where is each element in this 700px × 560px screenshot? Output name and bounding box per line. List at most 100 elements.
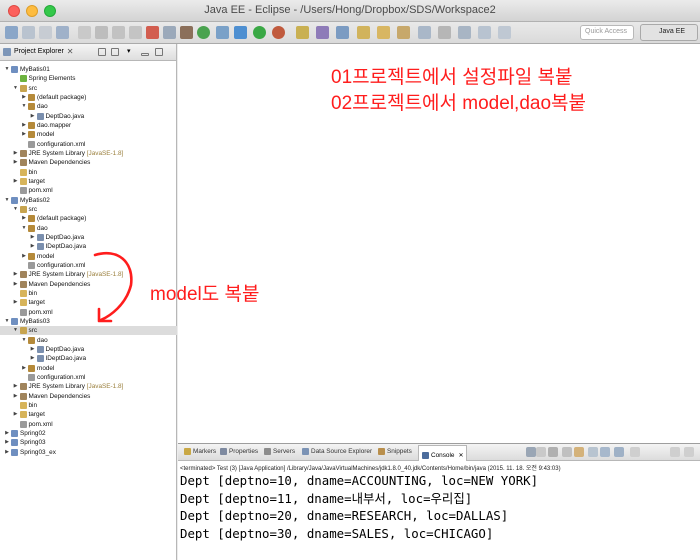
tab-data-source-explorer[interactable]: Data Source Explorer	[302, 448, 372, 455]
tree-item[interactable]: ▶ DeptDao.java	[0, 112, 177, 121]
collapsed-twisty-icon[interactable]: ▶	[30, 345, 36, 354]
collapsed-twisty-icon[interactable]: ▶	[21, 214, 27, 223]
terminate-console-icon[interactable]	[536, 447, 546, 457]
tree-item[interactable]: ▶ model	[0, 130, 177, 139]
run-server-icon[interactable]	[197, 26, 210, 39]
collapsed-twisty-icon[interactable]: ▶	[30, 233, 36, 242]
tab-properties[interactable]: Properties	[220, 448, 258, 455]
maximize-view-icon[interactable]	[155, 48, 163, 56]
console-menu-icon[interactable]	[630, 447, 640, 457]
tree-item[interactable]: ▶ DeptDao.java	[0, 233, 177, 242]
project-explorer-tab[interactable]: Project Explorer ✕	[3, 47, 74, 56]
tree-item[interactable]: ▶ (default package)	[0, 93, 177, 102]
open-type-icon[interactable]	[78, 26, 91, 39]
expanded-twisty-icon[interactable]: ▼	[13, 84, 19, 93]
close-view-icon[interactable]: ✕	[67, 47, 74, 56]
step-into-icon[interactable]	[163, 26, 176, 39]
tree-item[interactable]: ▶ JRE System Library [JavaSE-1.8]	[0, 149, 177, 158]
resume-icon[interactable]	[112, 26, 125, 39]
last-edit-icon[interactable]	[458, 26, 471, 39]
quick-access-input[interactable]: Quick Access	[580, 25, 634, 40]
tree-item[interactable]: ▶ target	[0, 410, 177, 419]
collapsed-twisty-icon[interactable]: ▶	[21, 93, 27, 102]
open-console-icon[interactable]	[614, 447, 624, 457]
collapsed-twisty-icon[interactable]: ▶	[13, 149, 19, 158]
tree-item[interactable]: pom.xml	[0, 186, 177, 195]
maximize-console-icon[interactable]	[684, 447, 694, 457]
collapsed-twisty-icon[interactable]: ▶	[21, 121, 27, 130]
tree-item[interactable]: ▶ JRE System Library [JavaSE-1.8]	[0, 270, 177, 279]
pin-console-icon[interactable]	[588, 447, 598, 457]
tree-item[interactable]: ▼ src	[0, 326, 177, 336]
tree-item[interactable]: pom.xml	[0, 420, 177, 429]
collapsed-twisty-icon[interactable]: ▶	[30, 354, 36, 363]
view-menu-icon[interactable]: ▾	[127, 47, 137, 55]
collapsed-twisty-icon[interactable]: ▶	[13, 382, 19, 391]
skip-breakpoints-icon[interactable]	[95, 26, 108, 39]
collapsed-twisty-icon[interactable]: ▶	[21, 130, 27, 139]
tree-item[interactable]: ▼ MyBatis03	[0, 317, 177, 326]
link-editor-icon[interactable]	[111, 48, 119, 56]
collapsed-twisty-icon[interactable]: ▶	[13, 158, 19, 167]
search-icon[interactable]	[377, 26, 390, 39]
expanded-twisty-icon[interactable]: ▼	[4, 65, 10, 74]
tree-item[interactable]: ▶ Maven Dependencies	[0, 158, 177, 167]
collapsed-twisty-icon[interactable]: ▶	[21, 364, 27, 373]
expanded-twisty-icon[interactable]: ▼	[4, 317, 10, 326]
collapsed-twisty-icon[interactable]: ▶	[13, 270, 19, 279]
tree-item[interactable]: bin	[0, 168, 177, 177]
java-ee-perspective-button[interactable]: Java EE	[640, 24, 698, 41]
new-java-project-icon[interactable]	[296, 26, 309, 39]
tree-item[interactable]: ▶ IDeptDao.java	[0, 242, 177, 251]
terminate-icon[interactable]	[146, 26, 159, 39]
print-icon[interactable]	[56, 26, 69, 39]
expanded-twisty-icon[interactable]: ▼	[13, 326, 19, 335]
new-icon[interactable]	[5, 26, 18, 39]
open-task-icon[interactable]	[357, 26, 370, 39]
tree-item[interactable]: ▼ MyBatis02	[0, 196, 177, 205]
tree-item[interactable]: ▼ dao	[0, 102, 177, 111]
tree-item[interactable]: bin	[0, 401, 177, 410]
tree-item[interactable]: ▼ dao	[0, 336, 177, 345]
collapsed-twisty-icon[interactable]: ▶	[13, 392, 19, 401]
expanded-twisty-icon[interactable]: ▼	[21, 224, 27, 233]
collapse-all-icon[interactable]	[98, 48, 106, 56]
tree-item[interactable]: ▶ Spring03	[0, 438, 177, 447]
expanded-twisty-icon[interactable]: ▼	[4, 196, 10, 205]
scroll-lock-icon[interactable]	[562, 447, 572, 457]
external-tools-icon[interactable]	[272, 26, 285, 39]
forward-icon[interactable]	[498, 26, 511, 39]
tree-item[interactable]: ▶ dao.mapper	[0, 121, 177, 130]
step-over-icon[interactable]	[180, 26, 193, 39]
new-class-icon[interactable]	[336, 26, 349, 39]
collapsed-twisty-icon[interactable]: ▶	[4, 429, 10, 438]
tree-item[interactable]: ▼ MyBatis01	[0, 65, 177, 74]
tree-item[interactable]: ▶ IDeptDao.java	[0, 354, 177, 363]
tab-servers[interactable]: Servers	[264, 448, 295, 455]
tree-item[interactable]: ▶ Maven Dependencies	[0, 392, 177, 401]
tree-item[interactable]: ▶ model	[0, 252, 177, 261]
tree-item[interactable]: ▼ src	[0, 205, 177, 214]
tree-item[interactable]: ▶ (default package)	[0, 214, 177, 223]
tree-item[interactable]: configuration.xml	[0, 373, 177, 382]
tree-item[interactable]: ▶ Spring03_ex	[0, 448, 177, 457]
expanded-twisty-icon[interactable]: ▼	[13, 205, 19, 214]
tree-item[interactable]: ▶ target	[0, 177, 177, 186]
collapsed-twisty-icon[interactable]: ▶	[13, 298, 19, 307]
tree-item[interactable]: ▶ DeptDao.java	[0, 345, 177, 354]
minimize-view-icon[interactable]	[141, 53, 149, 56]
tree-item[interactable]: ▼ src	[0, 84, 177, 93]
remove-launch-icon[interactable]	[548, 447, 558, 457]
collapsed-twisty-icon[interactable]: ▶	[30, 242, 36, 251]
suspend-icon[interactable]	[129, 26, 142, 39]
save-icon[interactable]	[22, 26, 35, 39]
clear-console-icon[interactable]	[526, 447, 536, 457]
tree-item[interactable]: configuration.xml	[0, 261, 177, 270]
collapsed-twisty-icon[interactable]: ▶	[13, 410, 19, 419]
open-perspective-icon[interactable]	[397, 26, 410, 39]
tree-item[interactable]: Spring Elements	[0, 74, 177, 83]
word-wrap-icon[interactable]	[574, 447, 584, 457]
collapsed-twisty-icon[interactable]: ▶	[4, 438, 10, 447]
collapsed-twisty-icon[interactable]: ▶	[4, 448, 10, 457]
tree-item[interactable]: pom.xml	[0, 308, 177, 317]
